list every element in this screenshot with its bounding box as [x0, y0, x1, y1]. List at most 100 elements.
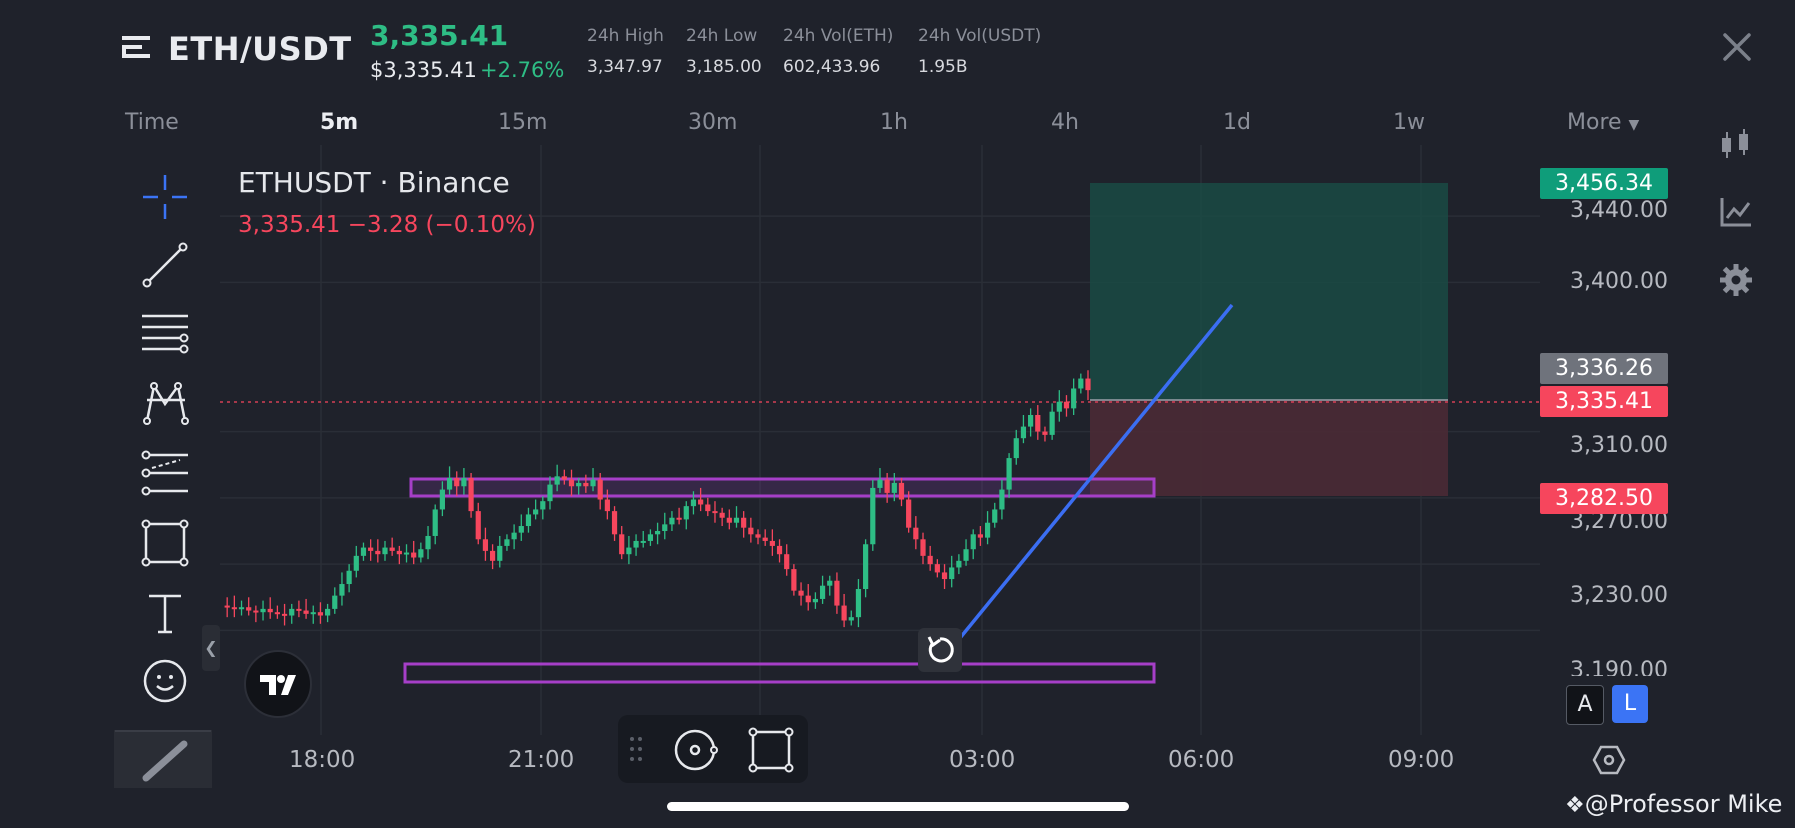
candle-body — [368, 547, 374, 551]
change-percent: +2.76% — [480, 58, 565, 82]
trend-line-icon[interactable] — [140, 240, 190, 290]
ohlc-readout: 3,335.41 −3.28 (−0.10%) — [238, 212, 536, 238]
stat-value-vol-usdt: 1.95B — [918, 57, 968, 77]
candle-body — [984, 522, 991, 538]
price-level: 3,440.00 — [1570, 198, 1668, 223]
candle-body — [776, 545, 783, 555]
emoji-icon[interactable] — [140, 656, 190, 706]
tab-1d[interactable]: 1d — [1223, 110, 1251, 135]
candle-body — [726, 517, 732, 523]
symbol-label: ETHUSDT · Binance — [238, 166, 510, 199]
candle-body — [604, 499, 610, 512]
candle-body — [705, 504, 711, 512]
tab-1w[interactable]: 1w — [1393, 110, 1425, 135]
drawing-quick-toolbar — [618, 715, 808, 783]
candle-body — [267, 608, 273, 613]
candle-body — [920, 539, 926, 556]
candle-body — [791, 569, 797, 591]
candle-body — [1013, 438, 1019, 459]
settings-gear-icon[interactable] — [1718, 262, 1754, 298]
rectangle-tool-icon[interactable] — [140, 518, 190, 568]
candle-body — [934, 564, 940, 573]
candle-body — [877, 479, 883, 488]
last-price: 3,335.41 — [370, 19, 509, 52]
time-axis-label: 03:00 — [949, 747, 1016, 773]
candle-body — [741, 517, 747, 528]
candle-body — [712, 511, 718, 514]
candle-body — [913, 527, 919, 540]
candle-body — [891, 482, 897, 493]
candle-body — [425, 535, 431, 550]
candle-body — [583, 482, 589, 487]
candle-body — [454, 477, 460, 487]
candle-body — [353, 555, 359, 571]
time-axis-label: 18:00 — [289, 747, 356, 773]
candle-body — [289, 608, 295, 616]
candle-body — [1028, 415, 1034, 427]
ruler-icon — [115, 730, 211, 782]
candle-body — [963, 549, 969, 561]
more-dropdown[interactable]: More ▼ — [1567, 110, 1639, 135]
candle-body — [303, 610, 309, 614]
candle-body — [1071, 388, 1077, 409]
tab-5m[interactable]: 5m — [320, 110, 358, 135]
candle-body — [1056, 401, 1062, 412]
undo-button[interactable] — [918, 628, 962, 672]
auto-scale-button[interactable]: A — [1566, 685, 1604, 725]
candle-body — [396, 550, 402, 555]
candle-body — [590, 479, 596, 487]
candle-body — [403, 552, 410, 555]
candle-body — [676, 517, 682, 520]
candle-body — [633, 540, 639, 548]
candles-icon[interactable] — [1718, 126, 1754, 162]
candle-body — [533, 509, 539, 515]
stop-price-tag: 3,282.50 — [1540, 483, 1668, 514]
candle-body — [848, 617, 854, 621]
fib-levels-icon[interactable] — [140, 310, 190, 360]
close-icon[interactable] — [1720, 30, 1754, 64]
candle-body — [540, 501, 546, 510]
indicators-icon[interactable] — [1718, 194, 1754, 230]
pattern-icon[interactable] — [140, 378, 190, 428]
candle-body — [231, 607, 237, 610]
magnet-icon[interactable] — [674, 727, 720, 773]
time-axis-label: 09:00 — [1388, 747, 1455, 773]
log-scale-button[interactable]: L — [1612, 685, 1648, 723]
tab-30m[interactable]: 30m — [688, 110, 737, 135]
candle-body — [999, 489, 1005, 510]
candle-body — [733, 517, 740, 523]
price-level: 3,400.00 — [1570, 269, 1668, 294]
candle-body — [698, 499, 704, 505]
chart-settings-icon[interactable] — [1592, 745, 1626, 775]
candle-body — [805, 595, 811, 603]
tab-1h[interactable]: 1h — [880, 110, 908, 135]
candle-body — [669, 517, 675, 525]
current-price-tag: 3,335.41 — [1540, 386, 1668, 417]
select-rectangle-icon[interactable] — [748, 727, 794, 773]
candle-body — [798, 590, 804, 596]
collapse-toolbar-button[interactable]: ❮ — [202, 625, 220, 671]
candle-body — [956, 560, 962, 568]
pair-title[interactable]: ETH/USDT — [168, 30, 352, 68]
stat-label-high: 24h High — [587, 26, 664, 46]
candle-body — [446, 477, 453, 490]
stat-value-high: 3,347.97 — [587, 57, 663, 77]
ruler-tool[interactable] — [114, 730, 212, 788]
candle-body — [784, 554, 790, 570]
candle-body — [1063, 401, 1070, 409]
candle-body — [827, 580, 833, 586]
stat-value-low: 3,185.00 — [686, 57, 762, 77]
drag-handle-icon[interactable] — [628, 735, 644, 765]
crosshair-icon[interactable] — [140, 172, 190, 222]
text-tool-icon[interactable] — [140, 588, 190, 638]
tab-4h[interactable]: 4h — [1051, 110, 1079, 135]
candle-body — [1085, 378, 1091, 391]
candle-body — [382, 547, 388, 555]
tab-15m[interactable]: 15m — [498, 110, 547, 135]
candle-body — [755, 534, 761, 538]
menu-icon[interactable] — [120, 33, 152, 65]
forecast-icon[interactable] — [140, 448, 190, 498]
candle-body — [518, 526, 524, 533]
candle-body — [812, 598, 819, 603]
price-axis[interactable]: 3,440.00 3,400.00 3,310.00 3,270.00 3,23… — [1540, 145, 1668, 705]
